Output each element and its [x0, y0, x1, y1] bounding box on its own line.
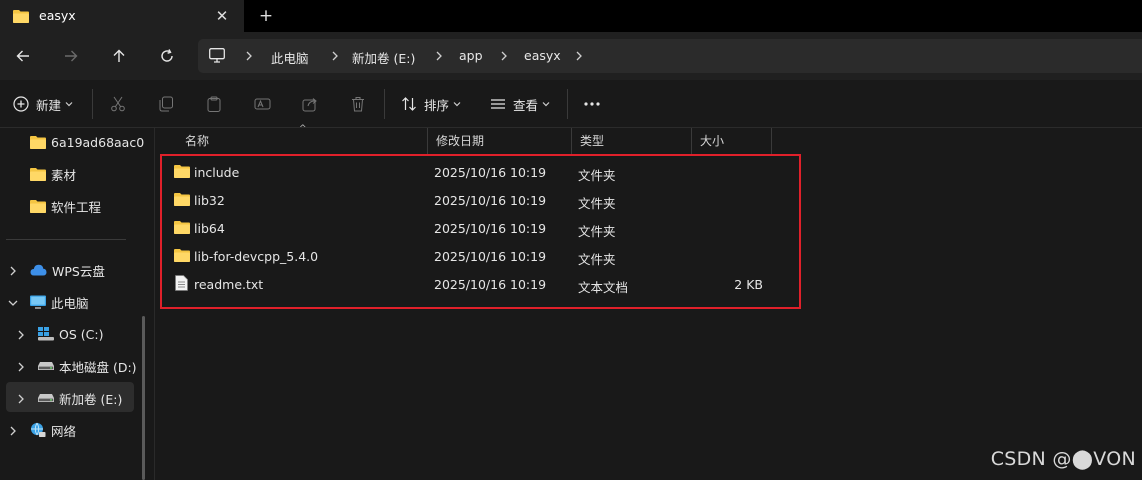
- chevron-right-icon[interactable]: [435, 51, 443, 61]
- sidebar-item-drive-c[interactable]: OS (C:): [38, 320, 103, 348]
- column-header-name[interactable]: 名称: [177, 128, 428, 154]
- chevron-right-icon[interactable]: [15, 361, 27, 373]
- sidebar-item-label: 软件工程: [51, 199, 102, 215]
- sidebar-item-label: 网络: [51, 423, 77, 439]
- divider: [92, 89, 93, 119]
- navigation-pane: 6a19ad68aac0 素材 软件工程 WPS云盘 此电脑 OS (C:) 本…: [0, 128, 155, 480]
- copy-icon: [159, 96, 173, 112]
- sidebar-item-label: 6a19ad68aac0: [51, 134, 145, 150]
- chevron-right-icon[interactable]: [15, 393, 27, 405]
- up-button[interactable]: [103, 40, 135, 72]
- cut-button[interactable]: [110, 93, 126, 115]
- sidebar-item-sucai[interactable]: 素材: [30, 160, 76, 188]
- sidebar-item-label: 本地磁盘 (D:): [59, 359, 137, 375]
- more-options-button[interactable]: [583, 93, 601, 115]
- rename-icon: [254, 98, 271, 110]
- chevron-right-icon[interactable]: [7, 265, 19, 277]
- command-bar: 新建 排序 查看: [0, 80, 1142, 128]
- column-header-modified[interactable]: 修改日期: [428, 128, 572, 154]
- chevron-down-icon: [65, 102, 73, 107]
- column-header-type[interactable]: 类型: [572, 128, 692, 154]
- sidebar-divider: [6, 239, 126, 240]
- address-bar[interactable]: 此电脑 新加卷 (E:) app easyx: [198, 39, 1142, 73]
- refresh-button[interactable]: [151, 40, 183, 72]
- monitor-icon: [209, 48, 225, 66]
- computer-icon: [30, 295, 46, 309]
- scissors-icon: [111, 96, 125, 112]
- close-tab-icon[interactable]: ✕: [211, 5, 233, 27]
- refresh-icon: [161, 49, 173, 62]
- new-tab-icon[interactable]: +: [255, 5, 277, 27]
- new-label: 新建: [36, 97, 62, 113]
- column-header-size[interactable]: 大小: [692, 128, 772, 154]
- sort-icon: [402, 97, 416, 111]
- share-button[interactable]: [302, 93, 318, 115]
- forward-button[interactable]: [55, 40, 87, 72]
- divider: [384, 89, 385, 119]
- chevron-right-icon[interactable]: [7, 425, 19, 437]
- sidebar-scrollbar[interactable]: [142, 316, 145, 480]
- windows-drive-icon: [38, 327, 54, 341]
- network-icon: [31, 422, 46, 437]
- chevron-down-icon[interactable]: [7, 297, 19, 309]
- view-button[interactable]: 查看: [490, 93, 550, 115]
- sort-button[interactable]: 排序: [401, 93, 461, 115]
- delete-button[interactable]: [350, 93, 366, 115]
- sidebar-item-label: OS (C:): [59, 326, 104, 342]
- sort-label: 排序: [424, 97, 450, 113]
- annotation-highlight-box: [160, 154, 801, 309]
- sidebar-item-label: WPS云盘: [52, 263, 105, 279]
- hard-drive-icon: [38, 362, 54, 370]
- trash-icon: [352, 97, 364, 112]
- sidebar-item-drive-e[interactable]: 新加卷 (E:): [38, 384, 122, 412]
- plus-circle-icon: [13, 96, 29, 112]
- sidebar-item-network[interactable]: 网络: [30, 416, 76, 444]
- tab-title: easyx: [39, 8, 76, 23]
- share-icon: [302, 98, 317, 112]
- chevron-right-icon[interactable]: [500, 51, 508, 61]
- chevron-down-icon: [542, 102, 550, 107]
- folder-icon: [30, 136, 46, 149]
- watermark: CSDN @⬤VON: [990, 448, 1136, 470]
- divider: [567, 89, 568, 119]
- breadcrumb-drive-e[interactable]: 新加卷 (E:): [352, 48, 415, 67]
- sidebar-item-this-pc[interactable]: 此电脑: [30, 288, 89, 316]
- breadcrumb-this-pc[interactable]: 此电脑: [271, 48, 309, 67]
- chevron-right-icon[interactable]: [331, 51, 339, 61]
- arrow-right-icon: [65, 50, 78, 62]
- more-icon: [584, 102, 600, 106]
- paste-button[interactable]: [206, 93, 222, 115]
- chevron-right-icon[interactable]: [575, 51, 583, 61]
- title-bar: easyx ✕ +: [0, 0, 1142, 32]
- view-label: 查看: [513, 97, 539, 113]
- folder-icon: [30, 200, 46, 213]
- arrow-up-icon: [113, 49, 125, 62]
- chevron-right-icon[interactable]: [15, 329, 27, 341]
- sidebar-item-drive-d[interactable]: 本地磁盘 (D:): [38, 352, 137, 380]
- chevron-right-icon[interactable]: [245, 51, 253, 61]
- sidebar-item-label: 此电脑: [51, 295, 89, 311]
- folder-icon: [30, 168, 46, 181]
- sidebar-item-label: 素材: [51, 167, 77, 183]
- chevron-down-icon: [453, 102, 461, 107]
- copy-button[interactable]: [158, 93, 174, 115]
- breadcrumb-app[interactable]: app: [459, 48, 483, 63]
- new-button[interactable]: 新建: [13, 93, 73, 115]
- sidebar-item-wps-cloud[interactable]: WPS云盘: [30, 256, 105, 284]
- navigation-bar: 此电脑 新加卷 (E:) app easyx: [0, 32, 1142, 80]
- hard-drive-icon: [38, 394, 54, 402]
- folder-icon: [13, 9, 29, 26]
- clipboard-icon: [207, 96, 221, 112]
- sidebar-item-6a19ad68aac0[interactable]: 6a19ad68aac0: [30, 128, 144, 156]
- list-view-icon: [491, 99, 505, 109]
- back-button[interactable]: [7, 40, 39, 72]
- cloud-icon: [30, 264, 47, 276]
- sidebar-item-software-engineering[interactable]: 软件工程: [30, 192, 101, 220]
- tab-easyx[interactable]: easyx ✕: [0, 0, 244, 32]
- breadcrumb-easyx[interactable]: easyx: [524, 48, 561, 63]
- rename-button[interactable]: [254, 93, 271, 115]
- arrow-left-icon: [16, 50, 29, 62]
- sidebar-item-label: 新加卷 (E:): [59, 391, 123, 407]
